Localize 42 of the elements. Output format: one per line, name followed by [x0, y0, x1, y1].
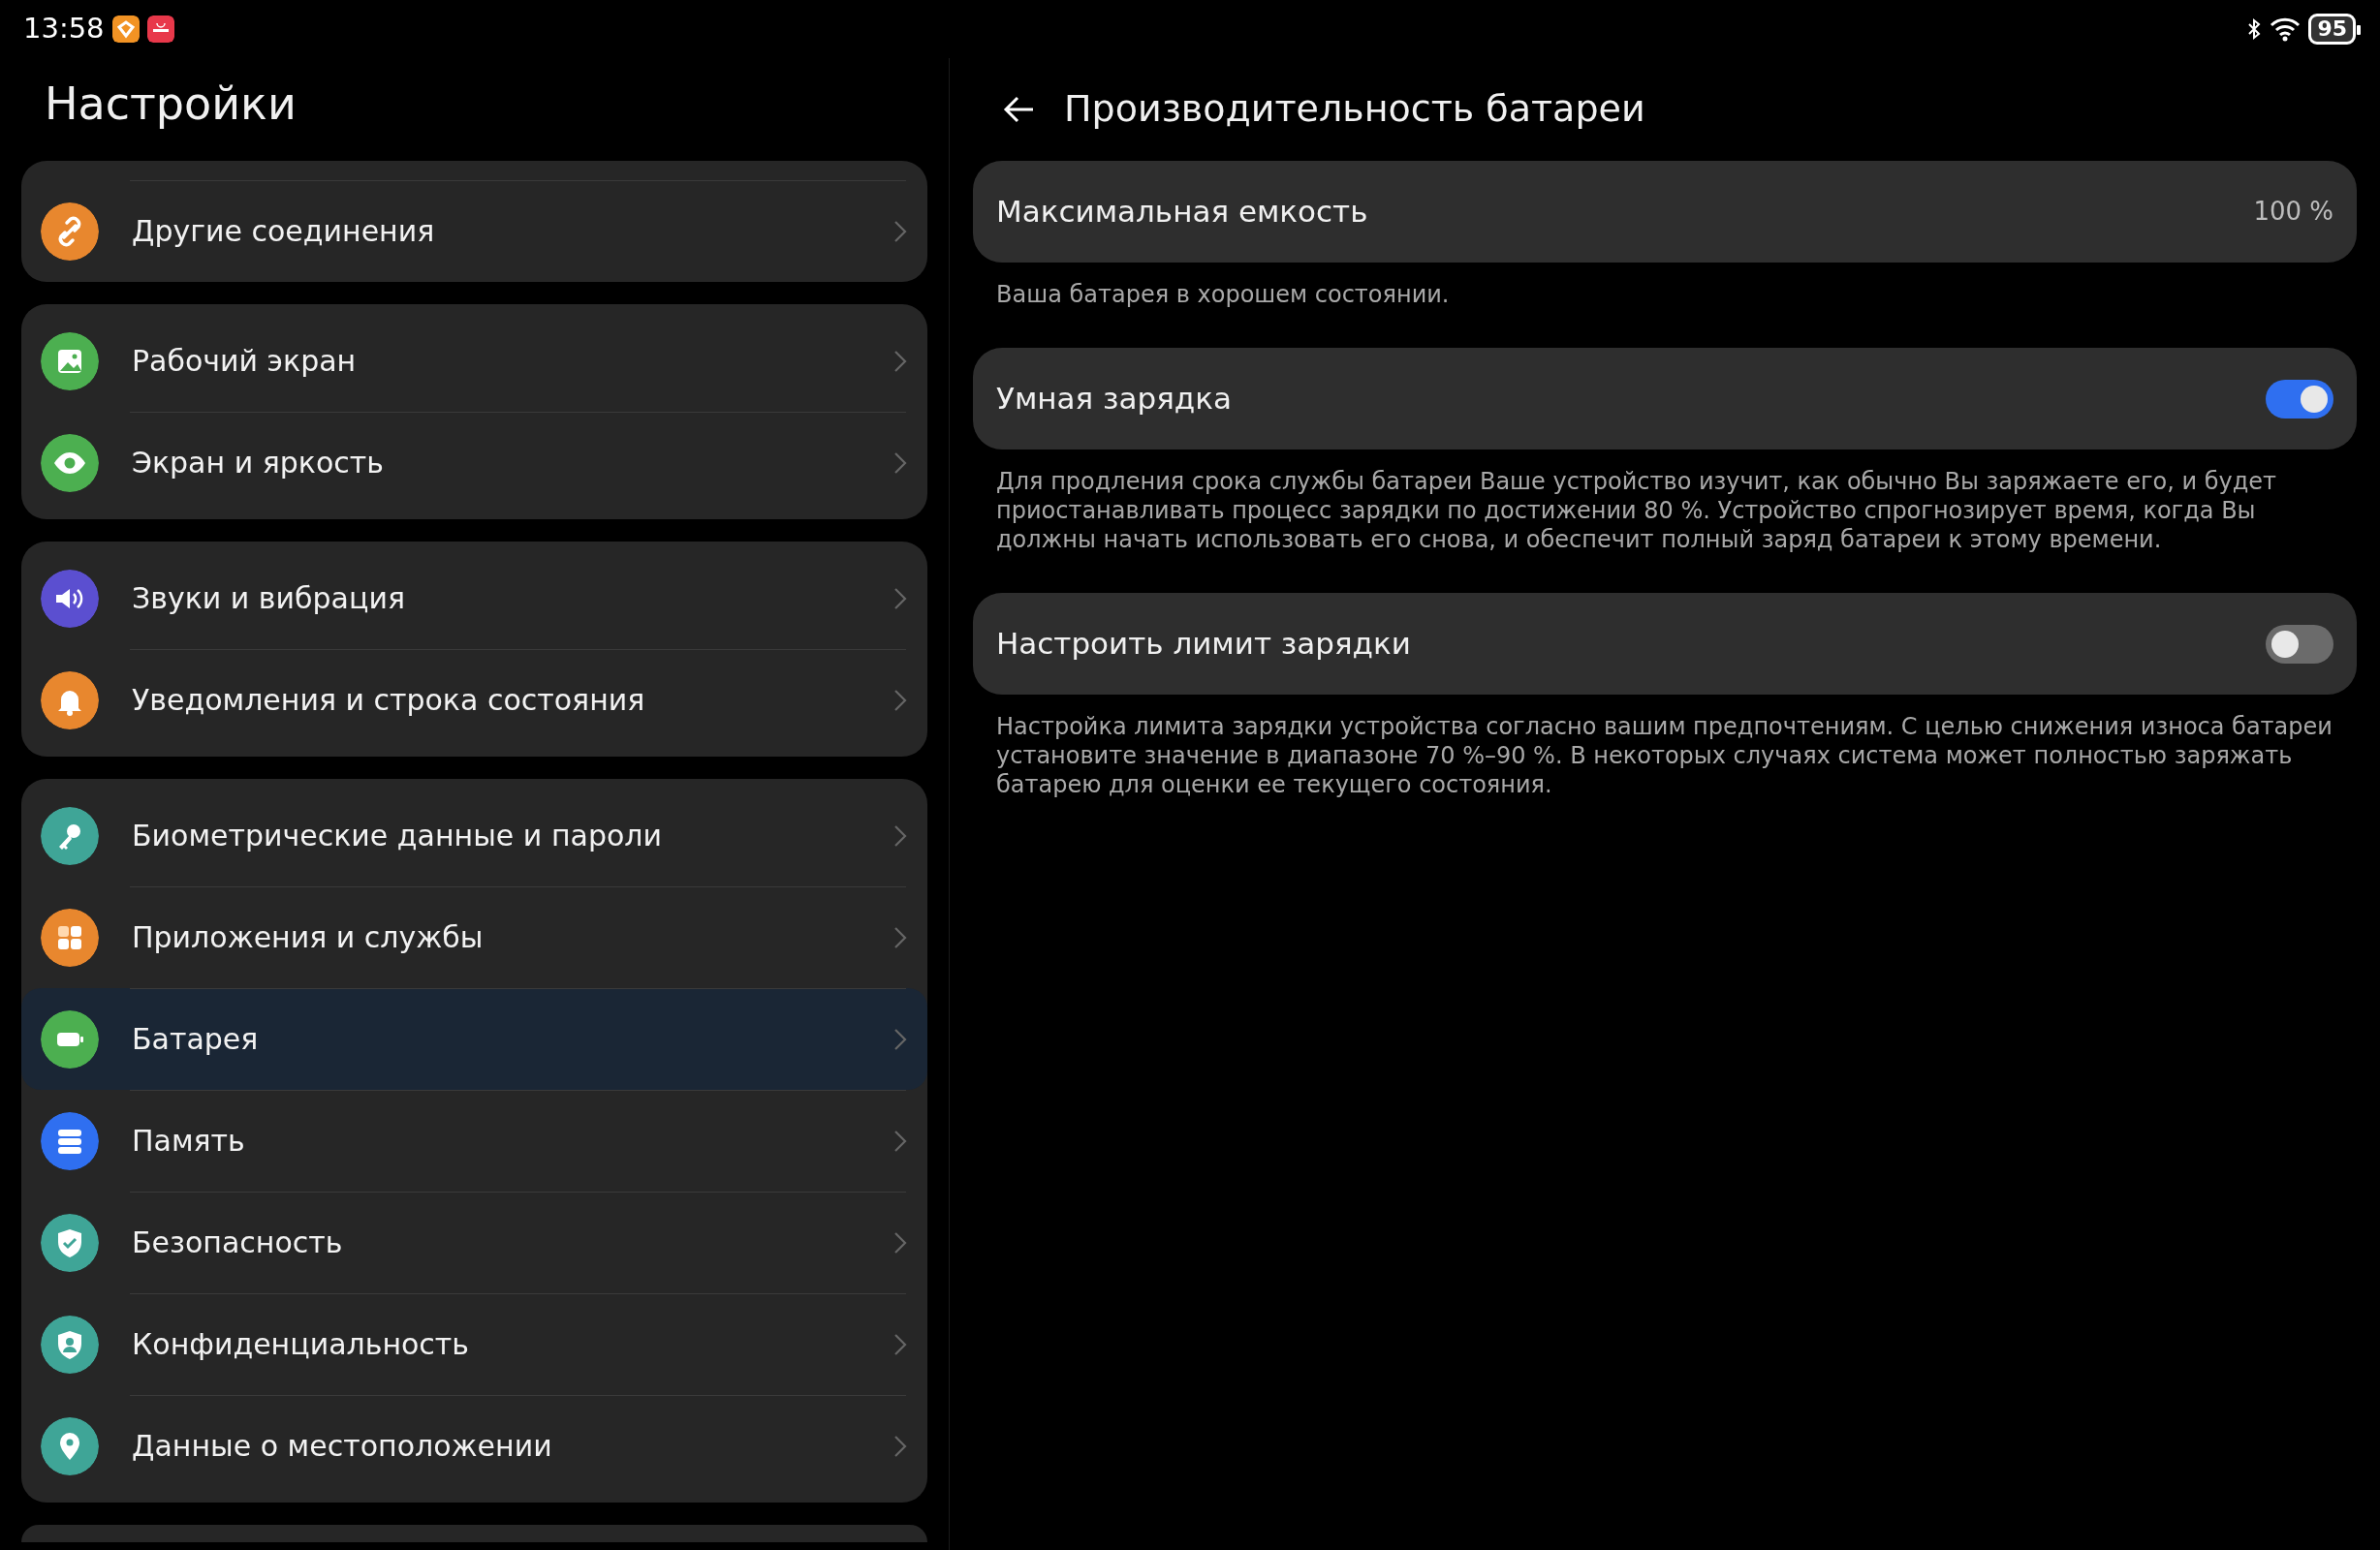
setting-label: Максимальная емкость [996, 193, 1369, 232]
toggle-switch[interactable] [2266, 624, 2333, 664]
settings-item[interactable]: Данные о местоположении [21, 1395, 927, 1497]
settings-item[interactable]: Конфиденциальность [21, 1293, 927, 1395]
chevron-right-icon [892, 687, 908, 713]
bluetooth-icon [2246, 17, 2263, 42]
chevron-right-icon [892, 585, 908, 611]
chevron-right-icon [892, 1331, 908, 1357]
toggle-switch[interactable] [2266, 379, 2333, 418]
settings-item[interactable]: Уведомления и строка состояния [21, 649, 927, 751]
battery-tip-icon [2356, 24, 2361, 35]
page-title: Производительность батареи [1064, 87, 1645, 132]
chevron-right-icon [892, 1026, 908, 1052]
settings-item[interactable]: Звуки и вибрация [21, 547, 927, 649]
settings-item[interactable]: Приложения и службы [21, 886, 927, 988]
setting-value: 100 % [2253, 196, 2333, 228]
settings-item[interactable]: Рабочий экран [21, 310, 927, 412]
chevron-right-icon [892, 1128, 908, 1154]
app-notification-icon [111, 16, 140, 43]
chevron-right-icon [892, 1229, 908, 1256]
settings-item[interactable]: Экран и яркость [21, 412, 927, 513]
settings-item[interactable]: Другие соединения [21, 180, 927, 282]
setting-description: Для продления срока службы батареи Ваше устройство изучит, как обычно Вы заряжаете его, и будет приостанавливать процесс зарядки по достижении 80 %. Устройство спрогнозирует время, когда Вы должны начать использовать его снова, и обеспечит полный заряд батареи к этому времени. [995, 467, 2278, 554]
settings-title: Настройки [44, 77, 298, 132]
chevron-right-icon [892, 450, 908, 476]
chevron-right-icon [892, 218, 908, 244]
app-notification-icon [146, 16, 174, 43]
chevron-right-icon [892, 348, 908, 374]
setting-label: Настроить лимит зарядки [996, 625, 1412, 664]
settings-item[interactable]: Безопасность [21, 1192, 927, 1293]
chevron-right-icon [892, 1433, 908, 1459]
settings-item[interactable]: Батарея [21, 988, 927, 1090]
setting-label: Умная зарядка [996, 380, 1233, 418]
status-time: 13:58 [23, 11, 105, 47]
chevron-right-icon [892, 822, 908, 849]
setting-description: Настройка лимита зарядки устройства согласно вашим предпочтениям. С целью снижения износа батареи установите значение в диапазоне 70 %–90 %. В некоторых случаях система может полностью заряжать батарею для оценки ее текущего состояния. [995, 712, 2333, 799]
setting-description: Ваша батарея в хорошем состоянии. [995, 280, 1451, 309]
wifi-icon [2270, 16, 2302, 42]
settings-item[interactable]: Память [21, 1090, 927, 1192]
battery-level: 95 [2308, 14, 2356, 45]
settings-item[interactable]: Биометрические данные и пароли [21, 785, 927, 886]
chevron-right-icon [892, 924, 908, 950]
